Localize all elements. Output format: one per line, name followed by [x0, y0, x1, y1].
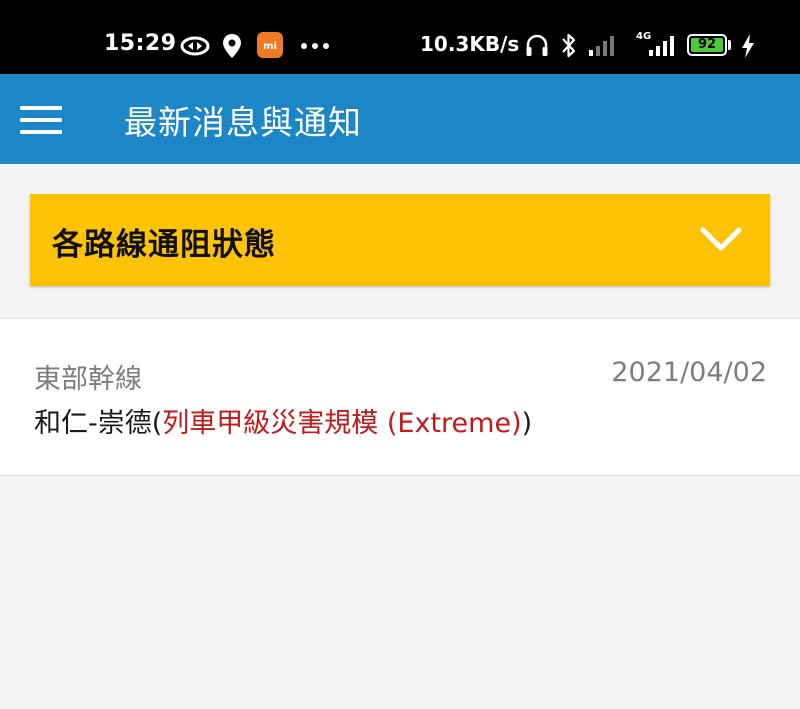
status-time: 15:29 — [104, 31, 177, 56]
charging-icon — [742, 34, 754, 58]
notice-date: 2021/04/02 — [611, 357, 767, 388]
notice-segment: 和仁-崇德 — [34, 408, 152, 439]
battery-level: 92 — [691, 38, 723, 52]
section-title: 各路線通阻狀態 — [52, 227, 276, 263]
sync-icon — [180, 36, 210, 56]
battery-icon: 92 — [687, 34, 727, 56]
network-speed: 10.3KB/s — [420, 32, 520, 56]
signal-icon — [589, 36, 614, 56]
notice-severity: 列車甲級災害規模 (Extreme) — [162, 408, 522, 439]
svg-text:mi: mi — [263, 41, 277, 52]
notice-line-name: 東部幹線 — [34, 364, 142, 395]
headset-icon — [526, 34, 548, 56]
status-bar: 15:29 mi 10.3KB/s 4G 92 — [0, 0, 800, 74]
battery-tip — [728, 40, 731, 50]
more-dots-icon — [301, 43, 329, 49]
app-screen: 15:29 mi 10.3KB/s 4G 92 最新消息與通知 各路線通阻狀態 … — [0, 0, 800, 709]
notice-list-item[interactable]: 東部幹線 2021/04/02 和仁-崇德(列車甲級災害規模 (Extreme)… — [0, 318, 800, 476]
app-bar: 最新消息與通知 — [0, 74, 800, 164]
bluetooth-icon — [562, 33, 576, 58]
mi-app-icon: mi — [257, 32, 283, 58]
location-icon — [223, 34, 241, 58]
hamburger-menu-icon[interactable] — [14, 98, 68, 142]
route-status-section-header[interactable]: 各路線通阻狀態 — [30, 194, 770, 286]
signal-4g-icon — [649, 36, 674, 56]
page-title: 最新消息與通知 — [124, 103, 362, 142]
notice-paren-close: ) — [521, 408, 533, 439]
notice-paren-open: ( — [151, 408, 163, 439]
notice-detail: 和仁-崇德(列車甲級災害規模 (Extreme)) — [34, 401, 532, 440]
chevron-down-icon[interactable] — [698, 216, 744, 262]
